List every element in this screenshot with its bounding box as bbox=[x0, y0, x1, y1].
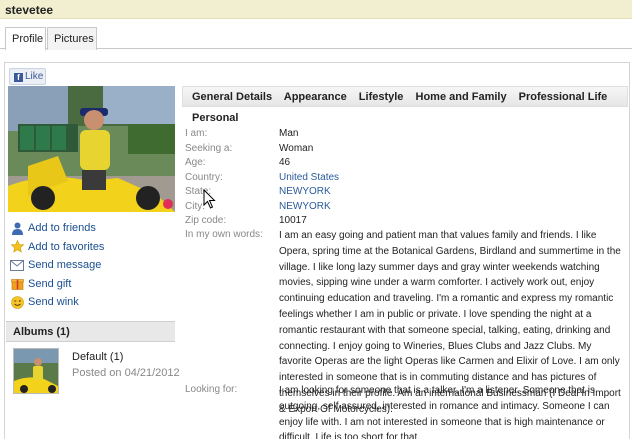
section-title: Personal bbox=[192, 112, 239, 124]
send-message-label: Send message bbox=[28, 259, 102, 272]
tab-profile[interactable]: Profile bbox=[5, 27, 46, 50]
profile-section-nav: General Details Appearance Lifestyle Hom… bbox=[182, 86, 628, 107]
like-label: Like bbox=[25, 71, 44, 82]
field-label: Age: bbox=[185, 157, 206, 168]
profile-actions: Add to friends Add to favorites Send mes… bbox=[10, 219, 175, 312]
looking-for-text: I am looking for someone that is a talke… bbox=[279, 385, 610, 439]
tab-professional-life[interactable]: Professional Life bbox=[519, 91, 608, 103]
add-to-favorites-label: Add to favorites bbox=[28, 240, 105, 253]
albums-header: Albums (1) bbox=[6, 321, 175, 342]
profile-title-bar: stevetee bbox=[0, 0, 632, 19]
tab-bar: Profile Pictures bbox=[0, 27, 632, 50]
facebook-like-button[interactable]: f Like bbox=[9, 68, 46, 85]
field-value: 10017 bbox=[279, 215, 307, 226]
field-label: Looking for: bbox=[185, 384, 238, 395]
add-to-friends-link[interactable]: Add to friends bbox=[10, 219, 175, 238]
field-label: I am: bbox=[185, 128, 208, 139]
field-value: 46 bbox=[279, 157, 291, 168]
album-thumbnail[interactable] bbox=[13, 348, 59, 394]
album-date: Posted on 04/21/2012 bbox=[72, 367, 180, 379]
send-gift-link[interactable]: Send gift bbox=[10, 275, 175, 294]
send-wink-link[interactable]: Send wink bbox=[10, 293, 175, 312]
country-link[interactable]: United States bbox=[279, 171, 625, 185]
field-value: Man bbox=[279, 128, 299, 139]
tab-general-details[interactable]: General Details bbox=[192, 91, 272, 103]
envelope-icon bbox=[10, 258, 24, 272]
field-label: State: bbox=[185, 186, 212, 197]
profile-details: General Details Appearance Lifestyle Hom… bbox=[182, 86, 628, 439]
tab-appearance[interactable]: Appearance bbox=[284, 91, 347, 103]
add-to-favorites-link[interactable]: Add to favorites bbox=[10, 238, 175, 257]
gift-icon bbox=[10, 277, 24, 291]
send-wink-label: Send wink bbox=[28, 296, 79, 309]
username: stevetee bbox=[5, 3, 54, 17]
add-to-friends-label: Add to friends bbox=[28, 222, 96, 235]
mouse-pointer-icon bbox=[203, 188, 217, 209]
field-label: City: bbox=[185, 200, 205, 212]
album-title[interactable]: Default (1) bbox=[72, 351, 123, 363]
tab-pictures[interactable]: Pictures bbox=[47, 27, 97, 50]
send-gift-label: Send gift bbox=[28, 277, 72, 290]
wink-smiley-icon bbox=[10, 295, 24, 309]
field-label: Country: bbox=[185, 171, 223, 183]
tab-home-and-family[interactable]: Home and Family bbox=[416, 91, 507, 103]
facebook-icon: f bbox=[14, 73, 23, 82]
star-icon bbox=[10, 240, 24, 254]
field-label: In my own words: bbox=[185, 229, 263, 240]
send-message-link[interactable]: Send message bbox=[10, 256, 175, 275]
state-link[interactable]: NEWYORK bbox=[279, 185, 625, 199]
profile-photo[interactable] bbox=[8, 86, 175, 212]
tab-lifestyle[interactable]: Lifestyle bbox=[359, 91, 404, 103]
field-value: Woman bbox=[279, 142, 314, 154]
city-link[interactable]: NEWYORK bbox=[279, 200, 625, 214]
field-label: Zip code: bbox=[185, 215, 227, 226]
field-label: Seeking a: bbox=[185, 142, 233, 154]
person-icon bbox=[10, 221, 24, 235]
